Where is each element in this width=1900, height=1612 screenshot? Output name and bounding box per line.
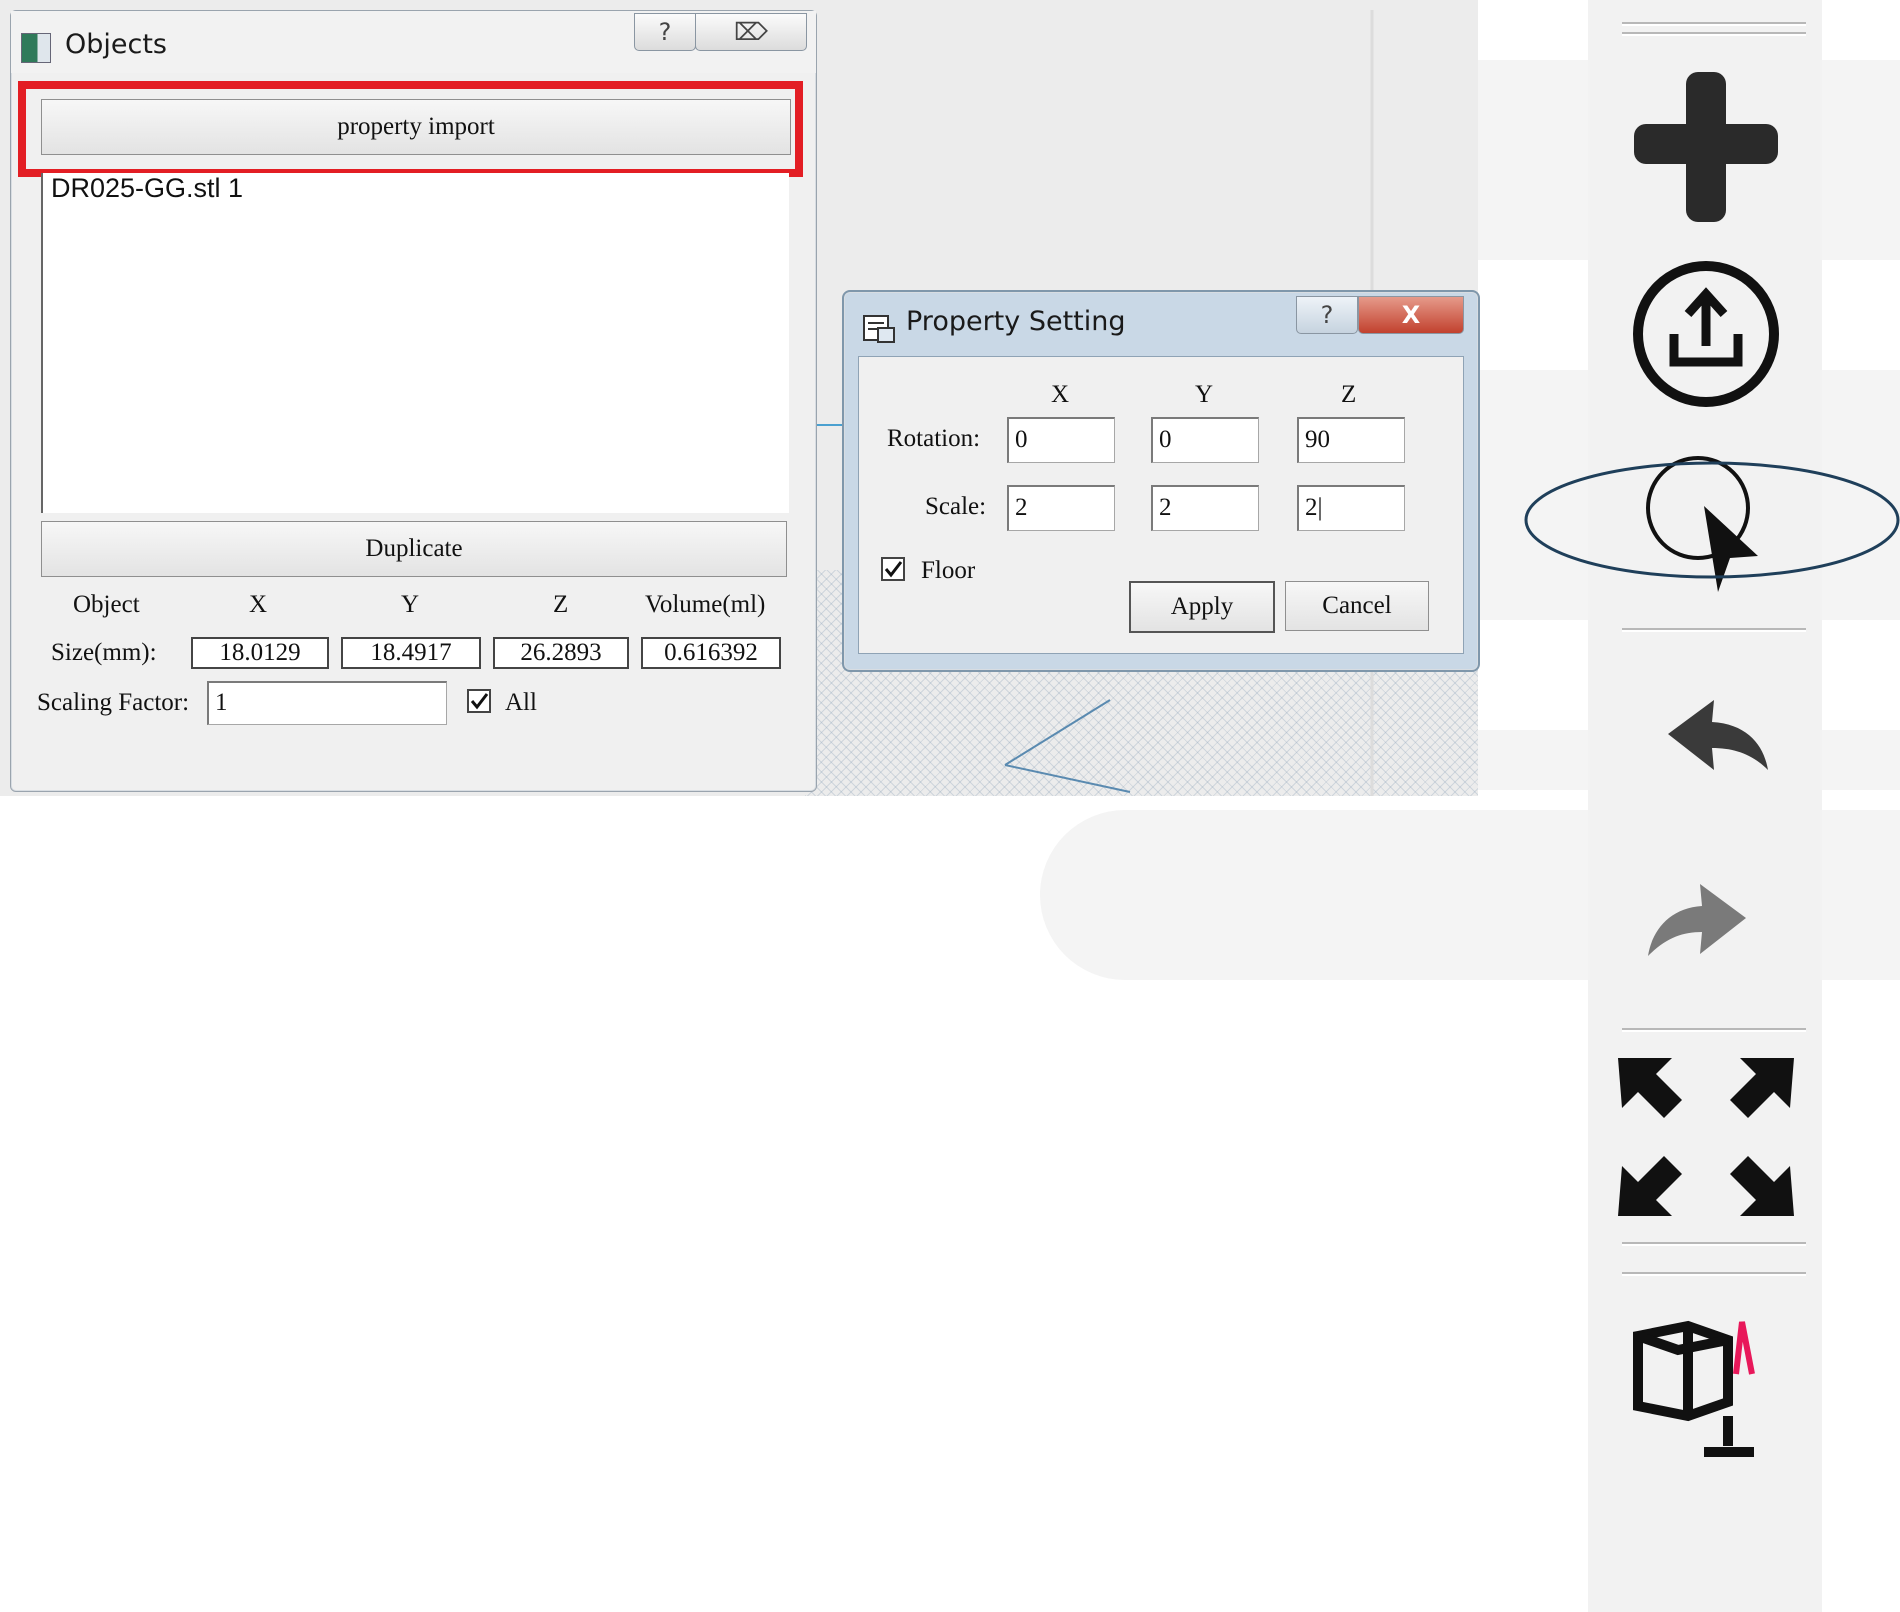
rotation-x-input[interactable]: 0 [1007, 417, 1115, 463]
toolbar-separator [1622, 628, 1806, 632]
column-header-volume: Volume(ml) [645, 591, 766, 618]
floor-label: Floor [921, 557, 976, 584]
object-list[interactable]: DR025-GG.stl 1 [41, 173, 789, 513]
dialog-close-button[interactable]: X [1358, 296, 1464, 334]
close-button[interactable]: ⌦ [695, 13, 807, 51]
objects-titlebar[interactable]: Objects ? ⌦ [11, 11, 816, 73]
dialog-body: X Y Z Rotation: 0 0 90 Scale: 2 2 2| Flo… [858, 356, 1464, 654]
size-z-value: 26.2893 [493, 637, 629, 669]
property-import-button[interactable]: property import [41, 99, 791, 155]
column-header-z: Z [553, 591, 569, 618]
toolbar-separator [1622, 1272, 1806, 1276]
dialog-app-icon [863, 315, 895, 343]
window-app-icon [21, 33, 51, 63]
export-icon[interactable] [1618, 258, 1794, 408]
scale-x-input[interactable]: 2 [1007, 485, 1115, 531]
header-x: X [1051, 381, 1070, 408]
fit-view-icon[interactable] [1618, 1052, 1794, 1222]
toolbar-separator [1622, 22, 1806, 26]
column-header-object: Object [73, 591, 140, 618]
scale-y-input[interactable]: 2 [1151, 485, 1259, 531]
floor-checkbox[interactable] [881, 557, 905, 581]
undo-icon[interactable] [1618, 688, 1794, 788]
checkmark-icon [884, 561, 903, 578]
cancel-button[interactable]: Cancel [1285, 581, 1429, 631]
size-label: Size(mm): [51, 639, 157, 666]
help-button[interactable]: ? [634, 13, 696, 51]
scale-z-input[interactable]: 2| [1297, 485, 1405, 531]
toolbar-separator [1622, 1242, 1806, 1246]
redo-icon[interactable] [1618, 872, 1794, 972]
size-x-value: 18.0129 [191, 637, 329, 669]
view-cube-icon[interactable] [1618, 1306, 1794, 1466]
header-z: Z [1341, 381, 1357, 408]
volume-value: 0.616392 [641, 637, 781, 669]
column-header-x: X [249, 591, 268, 618]
highlight-ellipse [1524, 461, 1900, 579]
rotation-z-input[interactable]: 90 [1297, 417, 1405, 463]
duplicate-button[interactable]: Duplicate [41, 521, 787, 577]
scaling-factor-label: Scaling Factor: [37, 689, 190, 716]
checkmark-icon [470, 693, 489, 710]
scale-label: Scale: [925, 493, 987, 520]
rotation-label: Rotation: [887, 425, 981, 452]
dialog-title: Property Setting [906, 306, 1126, 337]
dialog-titlebar[interactable]: Property Setting ? X [844, 292, 1478, 354]
property-setting-dialog: Property Setting ? X X Y Z Rotation: 0 0… [842, 290, 1480, 672]
dialog-help-button[interactable]: ? [1296, 296, 1358, 334]
toolbar-separator [1622, 32, 1806, 36]
toolbar-separator [1622, 1028, 1806, 1032]
column-header-y: Y [401, 591, 420, 618]
all-checkbox[interactable] [467, 689, 491, 713]
add-icon[interactable] [1618, 62, 1794, 232]
scaling-factor-input[interactable]: 1 [207, 681, 447, 725]
all-label: All [505, 689, 537, 716]
size-y-value: 18.4917 [341, 637, 481, 669]
right-toolbar [1588, 0, 1822, 1612]
rotation-y-input[interactable]: 0 [1151, 417, 1259, 463]
objects-title: Objects [65, 29, 168, 60]
apply-button[interactable]: Apply [1129, 581, 1275, 633]
objects-window: Objects ? ⌦ property import DR025-GG.stl… [10, 10, 817, 792]
list-item[interactable]: DR025-GG.stl 1 [51, 173, 243, 204]
header-y: Y [1195, 381, 1214, 408]
